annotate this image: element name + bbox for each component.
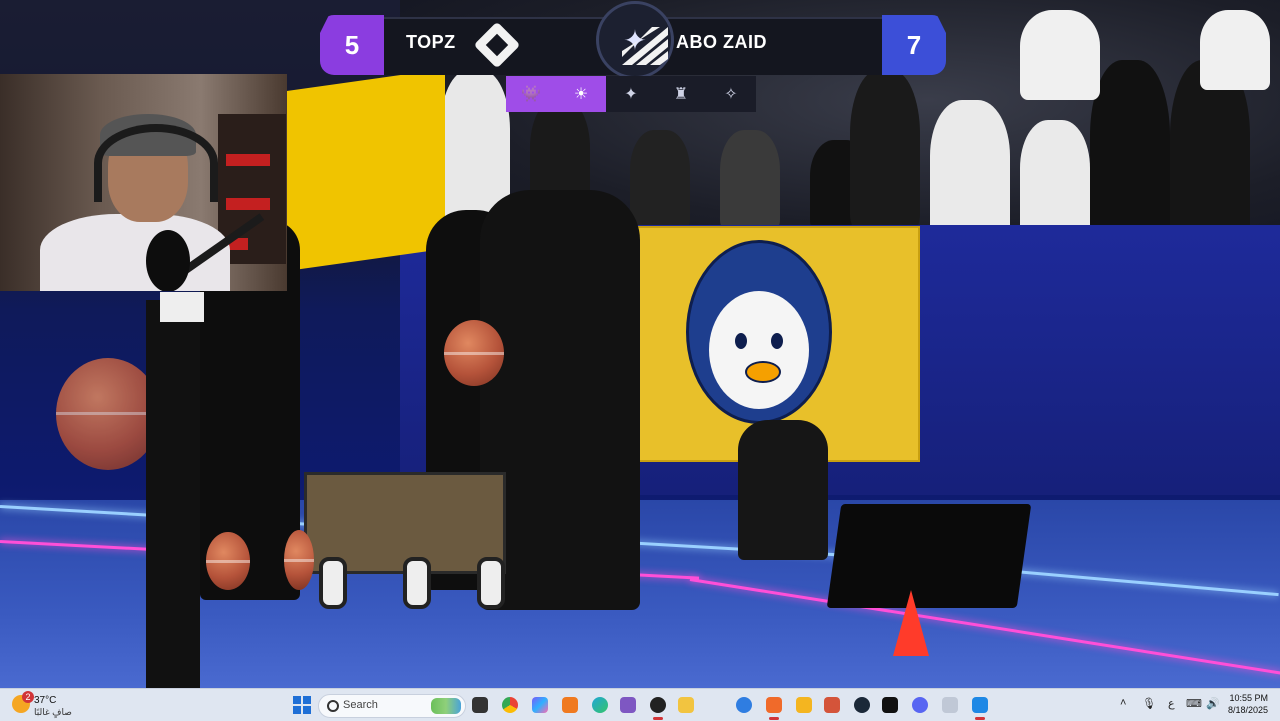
- weather-temperature: 37°C: [34, 695, 57, 706]
- discord-icon[interactable]: [912, 697, 928, 713]
- microphone-icon: [146, 230, 190, 291]
- space-invader-icon: 👾: [506, 76, 556, 112]
- floor-speaker: [826, 504, 1032, 608]
- yellow-flag: [285, 68, 445, 272]
- crest-icon: ♜: [656, 76, 706, 112]
- left-team-name: TOPZ: [406, 32, 456, 52]
- brave-icon[interactable]: [766, 697, 782, 720]
- right-team-name: ABO ZAID: [676, 32, 767, 52]
- staff-member: [738, 420, 828, 560]
- chrome-icon[interactable]: [502, 697, 518, 713]
- chevron-up-icon[interactable]: ˄: [1120, 697, 1126, 709]
- basketball-floor: [206, 532, 250, 590]
- weather-condition: صافٍ غالبًا: [34, 707, 72, 717]
- app-icon[interactable]: [650, 697, 666, 720]
- pinned-app-icon[interactable]: [854, 697, 870, 713]
- clock-time: 10:55 PM: [1229, 693, 1268, 703]
- round-indicators: 👾 ☀ ✦ ♜ ✧: [506, 76, 760, 112]
- pole-pad: [160, 292, 204, 322]
- headset-icon: [94, 124, 218, 202]
- github-desktop-icon[interactable]: [620, 697, 636, 713]
- basketball-floor: [284, 530, 314, 590]
- hoop-pole: [146, 300, 200, 688]
- webcam-overlay: [0, 74, 287, 291]
- emblem-icon: ✦: [606, 76, 656, 112]
- network-icon[interactable]: ⌨: [1186, 697, 1202, 710]
- wing-logo-icon: ✧: [706, 76, 756, 112]
- volume-icon[interactable]: 🔊: [1206, 697, 1220, 710]
- bot-icon[interactable]: [942, 697, 958, 713]
- taskbar: 2 37°C صافٍ غالبًا Search ˄ 🎙 ع ⌨ 🔊 10:5…: [0, 688, 1280, 721]
- pinned-app-icon[interactable]: [824, 697, 840, 713]
- abo-zaid-logo-icon: [622, 27, 668, 65]
- clock-date: 8/18/2025: [1227, 705, 1268, 715]
- basketball-blur: [56, 358, 160, 470]
- clock[interactable]: 10:55 PM 8/18/2025: [1228, 692, 1268, 716]
- copilot-icon[interactable]: [532, 697, 548, 713]
- microphone-icon[interactable]: 🎙: [1142, 697, 1156, 710]
- security-icon[interactable]: [972, 697, 988, 720]
- scoreboard: 5 TOPZ ✦ ABO ZAID 7: [320, 1, 946, 79]
- start-button[interactable]: [293, 696, 311, 714]
- right-team-score: 7: [882, 15, 946, 75]
- ball-cart: [304, 472, 506, 609]
- weather-widget[interactable]: 2 37°C صافٍ غالبًا: [12, 691, 122, 717]
- pinned-app-icon[interactable]: [796, 697, 812, 713]
- language-indicator[interactable]: ع: [1168, 697, 1175, 710]
- sun-badge-icon: ☀: [556, 76, 606, 112]
- left-team-score: 5: [320, 15, 384, 75]
- affinity-icon[interactable]: [562, 697, 578, 713]
- file-explorer-icon[interactable]: [678, 697, 694, 713]
- capcut-icon[interactable]: [882, 697, 898, 713]
- edge-icon[interactable]: [592, 697, 608, 713]
- notification-badge: 2: [22, 691, 34, 703]
- search-icon: [327, 700, 339, 712]
- search-placeholder: Search: [343, 699, 378, 711]
- search-highlight-icon: [431, 698, 461, 714]
- pinned-app-icon[interactable]: [736, 697, 752, 713]
- traffic-cone: [893, 590, 929, 656]
- search-box[interactable]: Search: [318, 694, 466, 718]
- task-view-icon[interactable]: [472, 697, 488, 713]
- basketball: [444, 320, 504, 386]
